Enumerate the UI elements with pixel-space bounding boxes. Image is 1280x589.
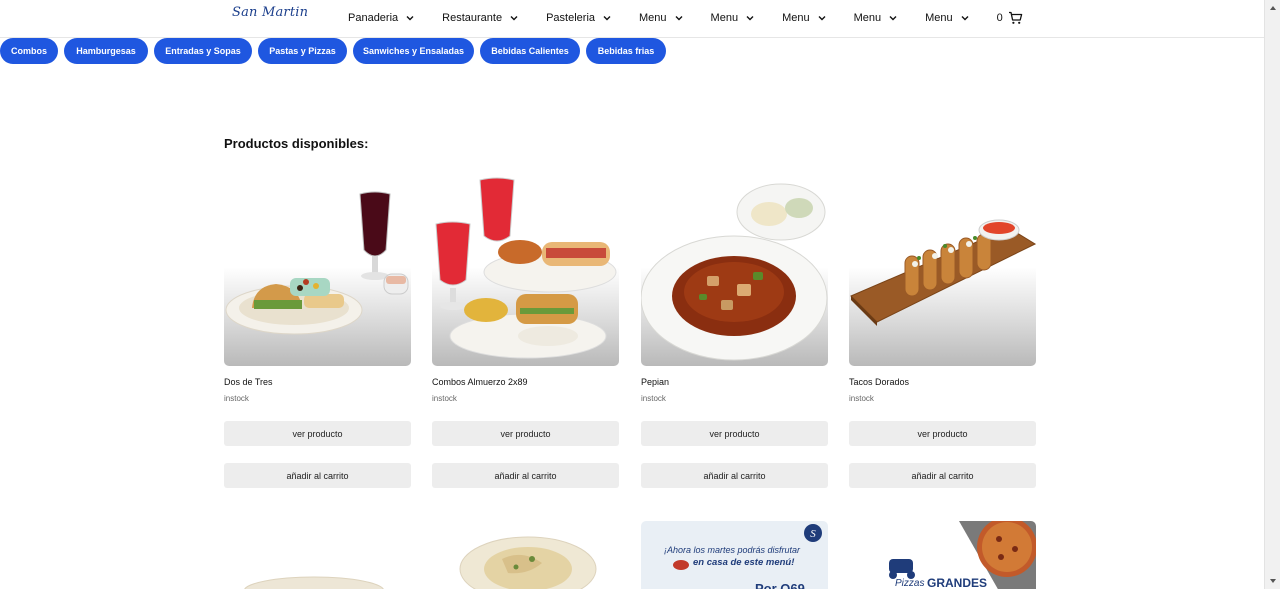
product-stock: instock xyxy=(641,394,666,403)
category-pill-sanwiches-ensaladas[interactable]: Sanwiches y Ensaladas xyxy=(353,38,474,64)
site-logo[interactable]: San Martin xyxy=(232,5,308,20)
category-pill-bebidas-frias[interactable]: Bebidas frias xyxy=(586,38,666,64)
add-to-cart-button[interactable]: añadir al carrito xyxy=(432,463,619,488)
product-image-combos-almuerzo[interactable] xyxy=(432,176,619,366)
cart-count: 0 xyxy=(996,12,1003,24)
pizza-label-a: Pizzas xyxy=(895,578,925,589)
product-stock: instock xyxy=(224,394,249,403)
product-stock: instock xyxy=(849,394,874,403)
product-image-tacos-dorados[interactable] xyxy=(849,176,1036,366)
product-name: Pepian xyxy=(641,377,670,387)
view-product-button[interactable]: ver producto xyxy=(849,421,1036,446)
nav-item-menu-2[interactable]: Menu xyxy=(711,12,756,24)
svg-text:S: S xyxy=(810,528,816,540)
product-image-row2-1[interactable] xyxy=(224,519,411,589)
chevron-down-icon xyxy=(406,16,414,21)
product-image-pepian[interactable] xyxy=(641,176,828,366)
product-image-row2-2[interactable] xyxy=(432,519,619,589)
nav-item-label: Menu xyxy=(710,12,739,24)
add-to-cart-button[interactable]: añadir al carrito xyxy=(641,463,828,488)
promo-price: Por Q69 xyxy=(755,581,805,589)
nav-item-label: Pasteleria xyxy=(546,12,596,24)
nav-item-label: Restaurante xyxy=(442,12,503,24)
add-to-cart-button[interactable]: añadir al carrito xyxy=(224,463,411,488)
pizza-banner[interactable]: Pizzas GRANDES xyxy=(849,521,1036,589)
nav-item-menu-4[interactable]: Menu xyxy=(854,12,899,24)
chevron-down-icon xyxy=(675,16,683,21)
nav-item-menu-5[interactable]: Menu xyxy=(925,12,970,24)
product-stock: instock xyxy=(432,394,457,403)
chevron-down-icon xyxy=(961,16,969,21)
page: San Martin Panaderia Restaurante Pastele… xyxy=(0,0,1280,589)
product-image-dos-de-tres[interactable] xyxy=(224,176,411,366)
section-title: Productos disponibles: xyxy=(224,136,369,151)
vertical-scrollbar[interactable] xyxy=(1264,0,1280,589)
nav-item-label: Menu xyxy=(639,12,667,24)
nav-item-label: Menu xyxy=(925,12,953,24)
nav-item-menu-1[interactable]: Menu xyxy=(639,12,684,24)
product-name: Combos Almuerzo 2x89 xyxy=(432,377,528,387)
nav-item-panaderia[interactable]: Panaderia xyxy=(348,12,415,24)
nav-item-label: Panaderia xyxy=(348,12,399,24)
product-name: Tacos Dorados xyxy=(849,377,910,387)
product-card: Combos Almuerzo 2x89 instock ver product… xyxy=(432,176,619,488)
category-pill-combos[interactable]: Combos xyxy=(0,38,58,64)
scroll-down-icon[interactable] xyxy=(1269,577,1277,585)
category-pill-bebidas-calientes[interactable]: Bebidas Calientes xyxy=(480,38,580,64)
promo-line-1: ¡Ahora los martes podrás disfrutar xyxy=(664,545,801,555)
view-product-button[interactable]: ver producto xyxy=(432,421,619,446)
product-card: Tacos Dorados instock ver producto añadi… xyxy=(849,176,1036,488)
product-card: Pepian instock ver producto añadir al ca… xyxy=(641,176,828,488)
pizza-label-b: GRANDES xyxy=(927,576,988,589)
chevron-down-icon xyxy=(510,16,518,21)
nav-item-label: Menu xyxy=(853,12,882,24)
chevron-down-icon xyxy=(818,16,826,21)
product-name: Dos de Tres xyxy=(224,377,273,387)
category-pills: Combos Hamburgesas Entradas y Sopas Past… xyxy=(0,38,672,64)
promo-line-2: en casa de este menú! xyxy=(693,557,795,568)
product-card: Dos de Tres instock ver producto añadir … xyxy=(224,176,411,488)
chevron-down-icon xyxy=(889,16,897,21)
view-product-button[interactable]: ver producto xyxy=(641,421,828,446)
nav-item-pasteleria[interactable]: Pasteleria xyxy=(546,12,612,24)
main-nav: Panaderia Restaurante Pasteleria Menu Me… xyxy=(348,11,1023,25)
category-pill-entradas-sopas[interactable]: Entradas y Sopas xyxy=(154,38,252,64)
view-product-button[interactable]: ver producto xyxy=(224,421,411,446)
site-header: San Martin Panaderia Restaurante Pastele… xyxy=(0,0,1264,38)
cart-icon xyxy=(1008,11,1023,24)
chevron-down-icon xyxy=(603,16,611,21)
category-pill-hamburgesas[interactable]: Hamburgesas xyxy=(64,38,148,64)
promo-banner[interactable]: S ¡Ahora los martes podrás disfrutar en … xyxy=(641,521,828,589)
cart-button[interactable]: 0 xyxy=(997,11,1023,25)
nav-item-restaurante[interactable]: Restaurante xyxy=(442,12,519,24)
add-to-cart-button[interactable]: añadir al carrito xyxy=(849,463,1036,488)
nav-item-menu-3[interactable]: Menu xyxy=(782,12,827,24)
scroll-up-icon[interactable] xyxy=(1269,4,1277,12)
chevron-down-icon xyxy=(746,16,754,21)
nav-item-label: Menu xyxy=(782,12,810,24)
category-pill-pastas-pizzas[interactable]: Pastas y Pizzas xyxy=(258,38,347,64)
